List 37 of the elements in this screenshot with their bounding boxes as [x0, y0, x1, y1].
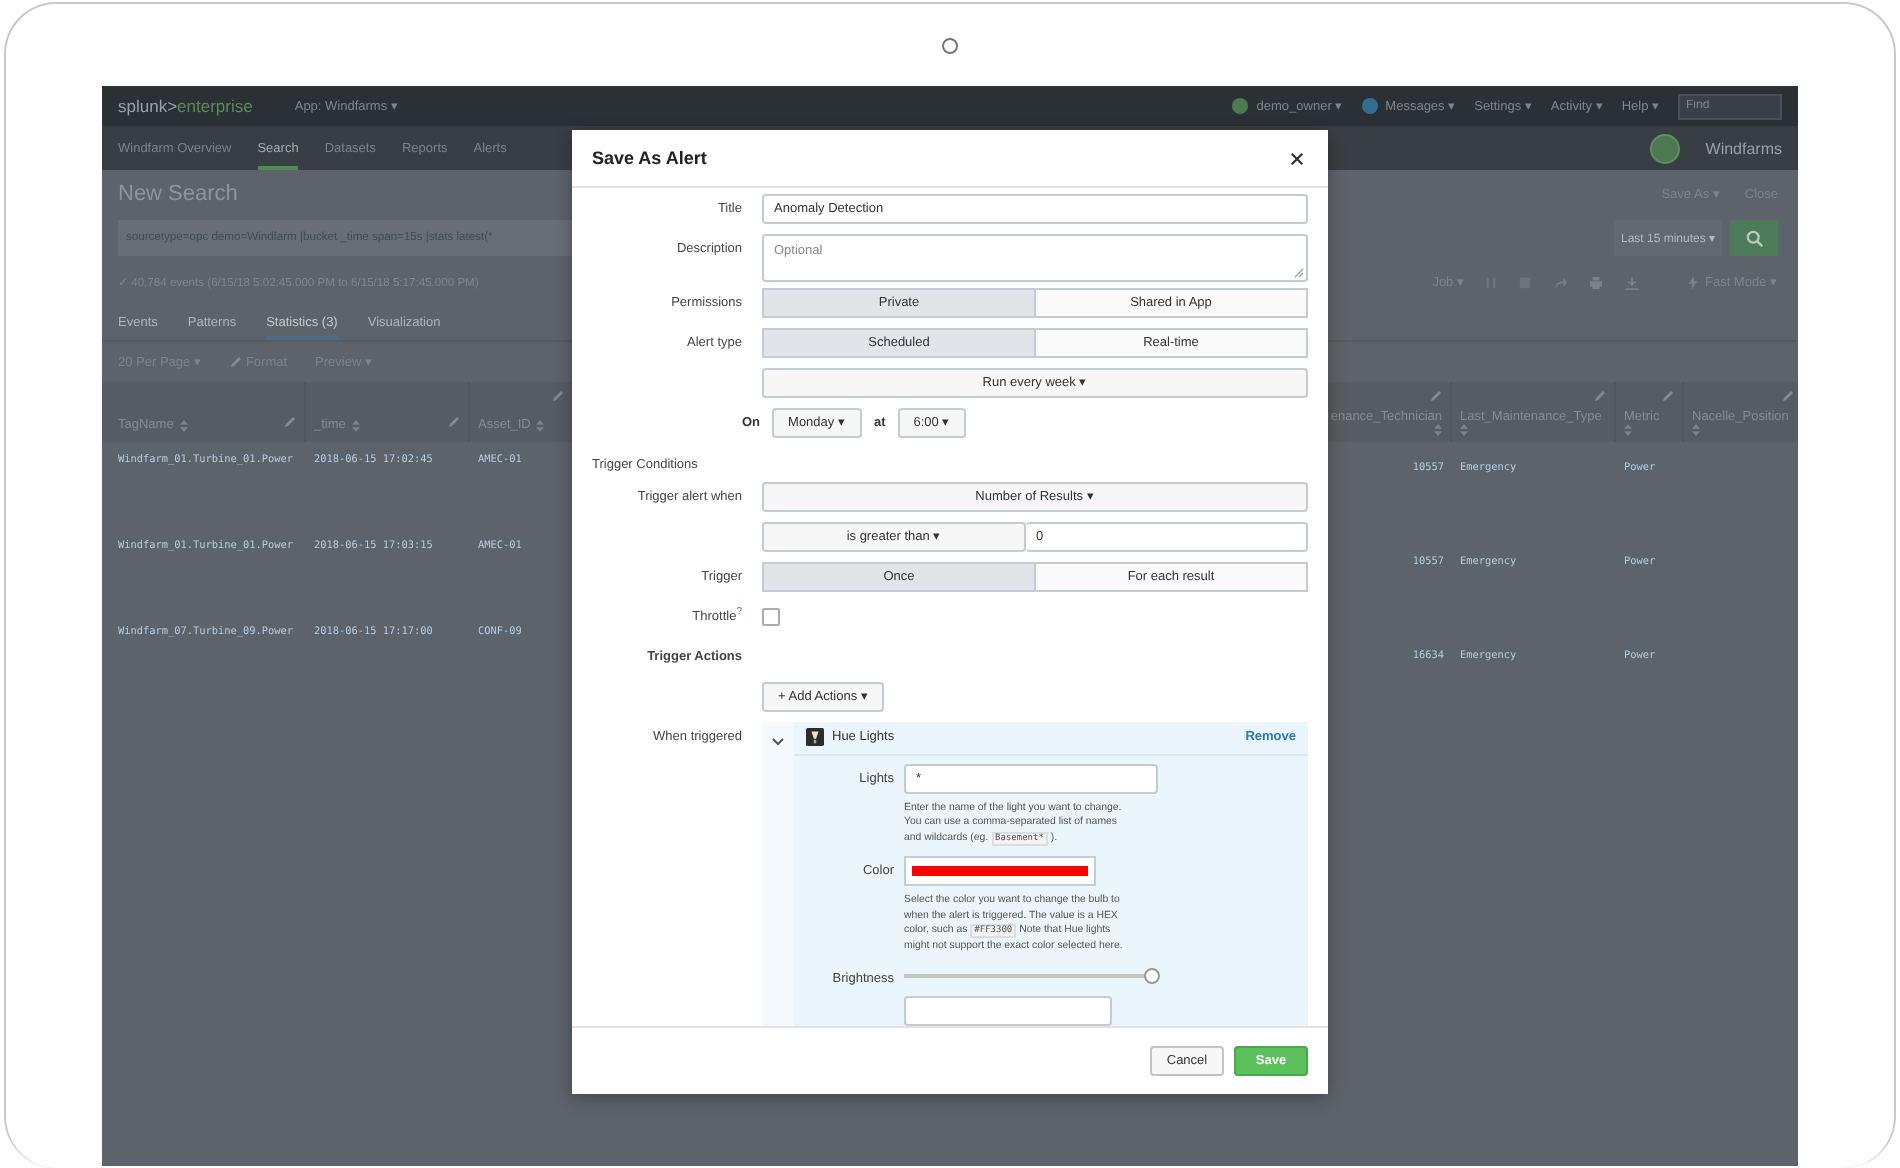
share-icon[interactable]: [1552, 275, 1569, 289]
input-field[interactable]: [904, 996, 1112, 1026]
print-icon[interactable]: [1588, 275, 1605, 289]
dialog-title: Save As Alert: [592, 148, 707, 168]
pencil-icon: [229, 356, 242, 368]
pencil-icon: [552, 390, 564, 402]
sort-icon: [1692, 424, 1700, 436]
pencil-icon: [284, 416, 296, 428]
sort-icon: [1434, 424, 1442, 436]
app-icon: [1649, 133, 1680, 163]
sort-icon: [536, 419, 545, 431]
search-button[interactable]: [1730, 220, 1778, 256]
chevron-down-icon[interactable]: [772, 737, 784, 746]
throttle-checkbox[interactable]: [762, 607, 780, 626]
help-mark[interactable]: ?: [736, 606, 742, 619]
lamp-icon: [806, 728, 824, 747]
pencil-icon: [1662, 390, 1674, 402]
lightning-icon: [1688, 275, 1699, 289]
pencil-icon: [1782, 390, 1794, 402]
sort-icon: [1460, 424, 1468, 436]
camera-icon: [942, 38, 958, 54]
sort-icon: [351, 419, 360, 431]
user-avatar-icon: [1232, 98, 1249, 114]
pencil-icon: [448, 416, 460, 428]
app-name: Windfarms: [1705, 139, 1782, 157]
resize-grip-icon[interactable]: [1294, 268, 1304, 278]
slider-thumb[interactable]: [1144, 968, 1160, 985]
splunk-logo: splunk>enterprise: [118, 96, 253, 116]
color-picker-field[interactable]: [904, 856, 1096, 887]
sort-icon: [1624, 424, 1632, 436]
close-icon[interactable]: [1290, 151, 1304, 165]
pencil-icon: [1594, 390, 1606, 402]
download-icon[interactable]: [1624, 275, 1641, 289]
sort-icon: [179, 419, 188, 431]
messages-badge-icon: [1361, 98, 1378, 114]
search-icon: [1745, 229, 1763, 247]
pencil-icon: [1430, 390, 1442, 402]
